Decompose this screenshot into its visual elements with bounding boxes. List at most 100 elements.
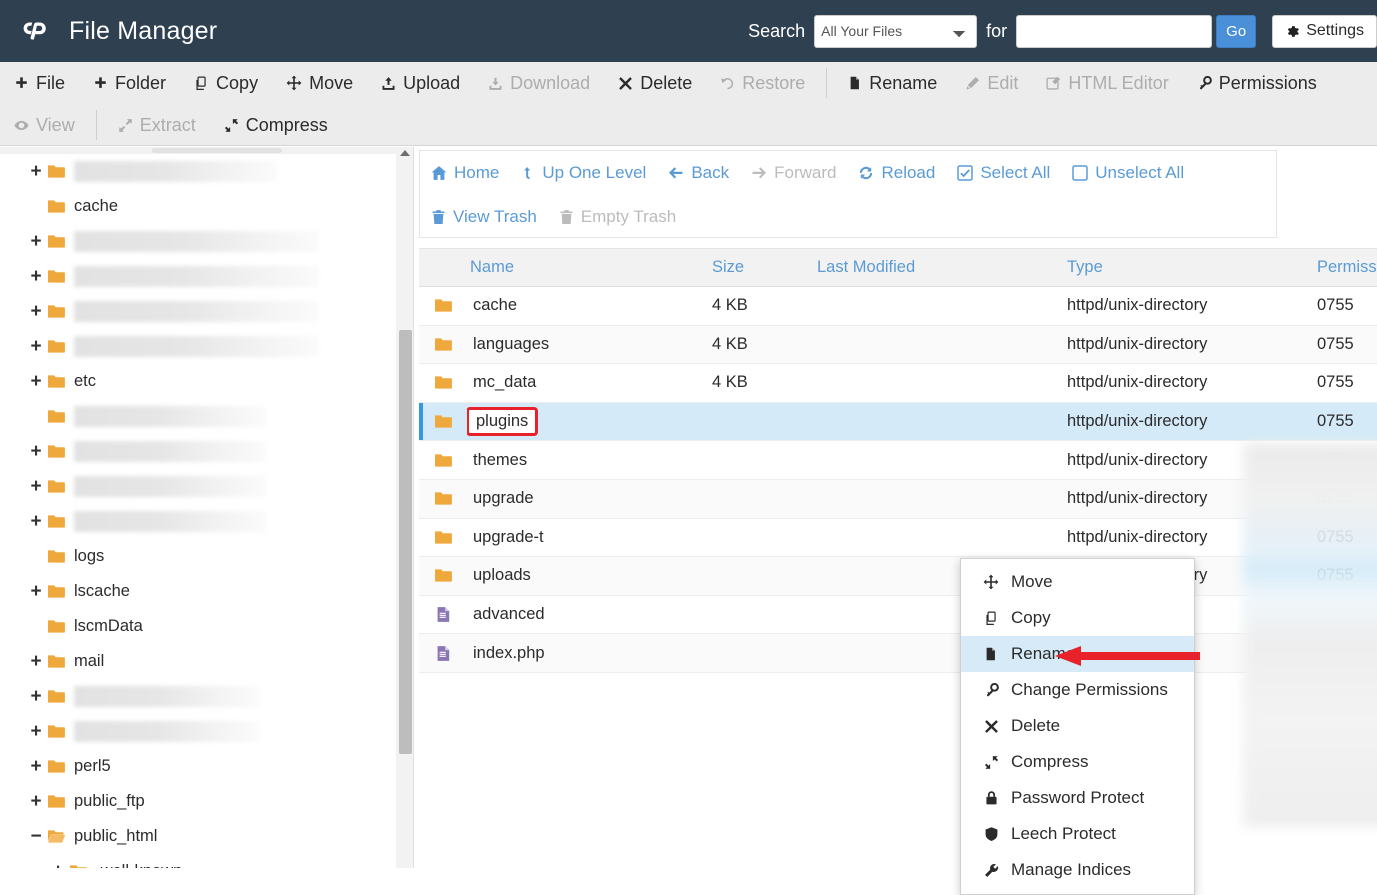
nav-button-view-trash[interactable]: View Trash (420, 195, 548, 239)
toolbar-button-move[interactable]: Move (272, 62, 367, 104)
search-go-button[interactable]: Go (1216, 14, 1257, 48)
tree-toggle-icon[interactable]: + (25, 266, 47, 288)
tree-node-redacted[interactable]: + (0, 504, 396, 539)
file-name-label[interactable]: upgrade (470, 488, 537, 509)
tree-toggle-icon[interactable]: + (25, 161, 47, 183)
toolbar-button-permissions[interactable]: Permissions (1183, 62, 1331, 104)
tree-node-well-known[interactable]: + .well-known (0, 854, 396, 868)
file-name-label[interactable]: themes (470, 450, 530, 471)
tree-node-lscmdata[interactable]: +lscmData (0, 609, 396, 644)
file-name-label[interactable]: uploads (470, 565, 534, 586)
toolbar-button-rename[interactable]: Rename (834, 62, 951, 104)
tree-toggle-icon[interactable]: + (25, 791, 47, 813)
table-row[interactable]: themes httpd/unix-directory 0755 (419, 441, 1377, 480)
table-row[interactable]: languages 4 KB httpd/unix-directory 0755 (419, 325, 1377, 365)
tree-node-redacted[interactable]: + (0, 329, 396, 364)
context-menu-item-password-protect[interactable]: Password Protect (961, 780, 1194, 816)
tree-node-cache[interactable]: +cache (0, 189, 396, 224)
tree-node-redacted[interactable]: + (0, 469, 396, 504)
context-menu-item-manage-indices[interactable]: Manage Indices (961, 852, 1194, 888)
table-row[interactable]: uploadshttpd/unix-directory0755 (419, 557, 1377, 596)
context-menu-item-move[interactable]: Move (961, 564, 1194, 600)
tree-toggle-icon[interactable]: + (25, 476, 47, 498)
cell-name[interactable]: mc_data (467, 372, 712, 393)
nav-button-unselect-all[interactable]: Unselect All (1061, 151, 1195, 195)
cell-name[interactable]: plugins (467, 407, 712, 437)
tree-node-redacted[interactable]: + (0, 434, 396, 469)
toolbar-button-copy[interactable]: Copy (180, 62, 272, 104)
tree-node-logs[interactable]: +logs (0, 539, 396, 574)
table-row[interactable]: upgrade httpd/unix-directory 0755 (419, 479, 1377, 519)
scrollbar-thumb[interactable] (399, 330, 412, 754)
tree-node-redacted[interactable]: + (0, 224, 396, 259)
cell-name[interactable]: advanced (467, 604, 712, 625)
toolbar-button-compress[interactable]: Compress (210, 104, 342, 146)
file-name-label[interactable]: upgrade-t (470, 527, 547, 548)
column-header-name[interactable]: Name (467, 258, 712, 277)
cell-name[interactable]: uploads (467, 565, 712, 586)
nav-button-select-all[interactable]: Select All (946, 151, 1061, 195)
toolbar-button-delete[interactable]: Delete (604, 62, 706, 104)
table-row[interactable]: upgrade-t httpd/unix-directory 0755 (419, 519, 1377, 558)
tree-toggle-icon[interactable]: + (25, 581, 47, 603)
sidebar-vertical-scrollbar[interactable] (396, 147, 414, 868)
scrollbar-thumb[interactable] (152, 148, 282, 153)
table-row[interactable]: index.phptext/x-generic0644 (419, 634, 1377, 673)
nav-button-up-one-level[interactable]: Up One Level (510, 151, 657, 195)
tree-node-redacted[interactable]: + (0, 399, 396, 434)
context-menu-item-compress[interactable]: Compress (961, 744, 1194, 780)
tree-toggle-icon[interactable]: + (25, 721, 47, 743)
tree-node-lscache[interactable]: + lscache (0, 574, 396, 609)
tree-toggle-icon[interactable]: + (47, 861, 69, 869)
file-name-label[interactable]: mc_data (470, 372, 539, 393)
cell-name[interactable]: upgrade-t (467, 527, 712, 548)
tree-node-public-ftp[interactable]: + public_ftp (0, 784, 396, 819)
cell-name[interactable]: themes (467, 450, 712, 471)
scroll-up-arrow-icon[interactable] (400, 150, 410, 156)
file-name-label[interactable]: advanced (470, 604, 548, 625)
toolbar-button-file[interactable]: File (0, 62, 79, 104)
search-input[interactable] (1016, 14, 1213, 48)
tree-node-perl5[interactable]: + perl5 (0, 749, 396, 784)
column-header-permissions[interactable]: Permissions (1317, 258, 1377, 277)
tree-node-etc[interactable]: + etc (0, 364, 396, 399)
column-header-size[interactable]: Size (712, 258, 817, 277)
tree-node-public-html[interactable]: − public_html (0, 819, 396, 854)
column-header-last-modified[interactable]: Last Modified (817, 258, 1067, 277)
tree-toggle-icon[interactable]: + (25, 756, 47, 778)
file-name-label[interactable]: cache (470, 295, 520, 316)
tree-node-mail[interactable]: + mail (0, 644, 396, 679)
table-row[interactable]: advancedtext/x-generic0644 (419, 596, 1377, 635)
table-row[interactable]: mc_data 4 KB httpd/unix-directory 0755 (419, 364, 1377, 403)
tree-node-redacted[interactable]: + (0, 154, 396, 189)
tree-toggle-icon[interactable]: + (25, 511, 47, 533)
tree-toggle-icon[interactable]: + (25, 301, 47, 323)
column-header-type[interactable]: Type (1067, 258, 1317, 277)
tree-node-redacted[interactable]: + (0, 679, 396, 714)
nav-button-back[interactable]: Back (657, 151, 740, 195)
sidebar-horizontal-scrollbar[interactable] (0, 147, 396, 154)
file-name-label[interactable]: plugins (467, 407, 539, 437)
tree-node-redacted[interactable]: + (0, 259, 396, 294)
tree-toggle-icon[interactable]: + (25, 441, 47, 463)
context-menu-item-change-permissions[interactable]: Change Permissions (961, 672, 1194, 708)
file-name-label[interactable]: index.php (470, 643, 548, 664)
tree-node-redacted[interactable]: + (0, 714, 396, 749)
tree-toggle-icon[interactable]: + (25, 231, 47, 253)
table-row[interactable]: cache 4 KB httpd/unix-directory 0755 (419, 287, 1377, 326)
settings-button[interactable]: Settings (1272, 14, 1377, 48)
context-menu-item-leech-protect[interactable]: Leech Protect (961, 816, 1194, 852)
tree-toggle-icon[interactable]: + (25, 371, 47, 393)
tree-toggle-icon[interactable]: + (25, 336, 47, 358)
context-menu-item-rename[interactable]: Rename (961, 636, 1194, 672)
table-row[interactable]: plugins httpd/unix-directory 0755 (419, 402, 1377, 442)
tree-node-redacted[interactable]: + (0, 294, 396, 329)
file-name-label[interactable]: languages (470, 334, 552, 355)
toolbar-button-folder[interactable]: Folder (79, 62, 180, 104)
cell-name[interactable]: languages (467, 334, 712, 355)
tree-toggle-icon[interactable]: + (25, 686, 47, 708)
context-menu-item-copy[interactable]: Copy (961, 600, 1194, 636)
tree-toggle-icon[interactable]: − (25, 826, 47, 848)
cell-name[interactable]: index.php (467, 643, 712, 664)
cell-name[interactable]: cache (467, 295, 712, 316)
